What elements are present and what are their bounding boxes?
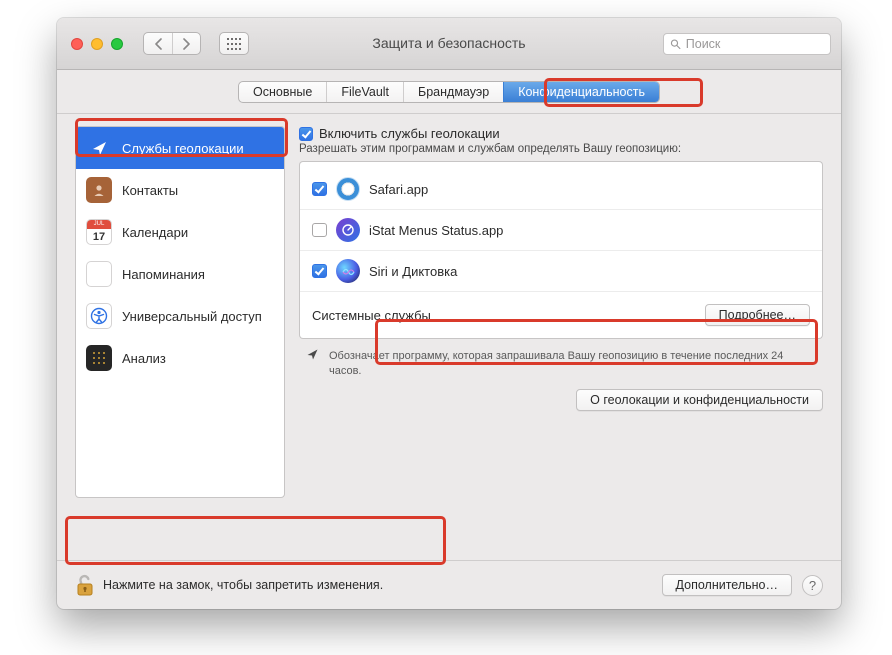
minimize-window-button[interactable]	[91, 38, 103, 50]
sidebar-item-reminders[interactable]: Напоминания	[76, 253, 284, 295]
app-name: iStat Menus Status.app	[369, 223, 503, 238]
enable-location-row: Включить службы геолокации	[299, 126, 823, 141]
grid-icon	[227, 38, 241, 50]
siri-icon	[336, 259, 360, 283]
reminders-icon	[86, 261, 112, 287]
nav-forward-button[interactable]	[172, 33, 200, 54]
system-services-label: Системные службы	[312, 308, 431, 323]
enable-location-checkbox[interactable]	[299, 127, 313, 141]
privacy-category-sidebar: Службы геолокации Контакты JUL 17 Календ…	[75, 126, 285, 498]
sidebar-item-label: Службы геолокации	[122, 141, 244, 156]
app-row-safari: Safari.app	[300, 169, 822, 209]
tabs-row: Основные FileVault Брандмауэр Конфиденци…	[57, 70, 841, 114]
app-name: Safari.app	[369, 182, 428, 197]
sidebar-item-location-services[interactable]: Службы геолокации	[76, 127, 284, 169]
location-hint-text: Обозначает программу, которая запрашивал…	[329, 349, 815, 379]
safari-icon	[336, 177, 360, 201]
analytics-icon	[86, 345, 112, 371]
titlebar: Защита и безопасность	[57, 18, 841, 70]
accessibility-icon	[86, 303, 112, 329]
lock-text: Нажмите на замок, чтобы запретить измене…	[103, 578, 383, 592]
sidebar-item-analytics[interactable]: Анализ	[76, 337, 284, 379]
search-field[interactable]	[663, 33, 831, 55]
app-checkbox[interactable]	[312, 223, 327, 237]
sidebar-item-calendars[interactable]: JUL 17 Календари	[76, 211, 284, 253]
help-button[interactable]: ?	[802, 575, 823, 596]
app-list-top-border	[299, 161, 823, 169]
istat-icon	[336, 218, 360, 242]
contacts-icon	[86, 177, 112, 203]
sidebar-item-label: Контакты	[122, 183, 178, 198]
nav-back-button[interactable]	[144, 33, 172, 54]
app-row-istat: iStat Menus Status.app	[300, 209, 822, 250]
nav-back-forward	[143, 32, 201, 55]
sidebar-item-contacts[interactable]: Контакты	[76, 169, 284, 211]
preferences-window: Защита и безопасность Основные FileVault…	[57, 18, 841, 609]
advanced-button[interactable]: Дополнительно…	[662, 574, 792, 596]
about-location-privacy-button[interactable]: О геолокации и конфиденциальности	[576, 389, 823, 411]
footer: Нажмите на замок, чтобы запретить измене…	[57, 560, 841, 609]
show-all-prefs-button[interactable]	[219, 32, 249, 55]
app-checkbox[interactable]	[312, 182, 327, 196]
app-list: Safari.app iStat Menus Status.app Siri и…	[299, 169, 823, 339]
body: Службы геолокации Контакты JUL 17 Календ…	[57, 114, 841, 560]
location-arrow-icon	[86, 135, 112, 161]
tab-filevault[interactable]: FileVault	[326, 82, 403, 102]
app-name: Siri и Диктовка	[369, 264, 457, 279]
tab-general[interactable]: Основные	[239, 82, 326, 102]
app-checkbox[interactable]	[312, 264, 327, 278]
enable-location-subtext: Разрешать этим программам и службам опре…	[299, 143, 823, 155]
location-hint: Обозначает программу, которая запрашивал…	[299, 339, 823, 383]
sidebar-item-label: Анализ	[122, 351, 166, 366]
search-input[interactable]	[686, 37, 824, 51]
help-icon: ?	[809, 578, 816, 593]
sidebar-item-label: Напоминания	[122, 267, 205, 282]
tab-firewall[interactable]: Брандмауэр	[403, 82, 503, 102]
enable-location-label: Включить службы геолокации	[319, 126, 500, 141]
window-controls	[67, 38, 123, 50]
close-window-button[interactable]	[71, 38, 83, 50]
sidebar-item-accessibility[interactable]: Универсальный доступ	[76, 295, 284, 337]
location-arrow-indicator-icon	[307, 349, 321, 379]
tabs: Основные FileVault Брандмауэр Конфиденци…	[238, 81, 660, 103]
calendar-icon: JUL 17	[86, 219, 112, 245]
app-row-siri: Siri и Диктовка	[300, 250, 822, 291]
system-services-row: Системные службы Подробнее…	[300, 291, 822, 338]
search-icon	[670, 38, 681, 50]
system-services-details-button[interactable]: Подробнее…	[705, 304, 810, 326]
sidebar-item-label: Универсальный доступ	[122, 309, 262, 324]
tab-privacy[interactable]: Конфиденциальность	[503, 82, 659, 102]
zoom-window-button[interactable]	[111, 38, 123, 50]
sidebar-item-label: Календари	[122, 225, 188, 240]
unlock-icon	[75, 573, 95, 597]
location-services-panel: Включить службы геолокации Разрешать эти…	[299, 126, 823, 552]
lock-area[interactable]: Нажмите на замок, чтобы запретить измене…	[75, 573, 383, 597]
